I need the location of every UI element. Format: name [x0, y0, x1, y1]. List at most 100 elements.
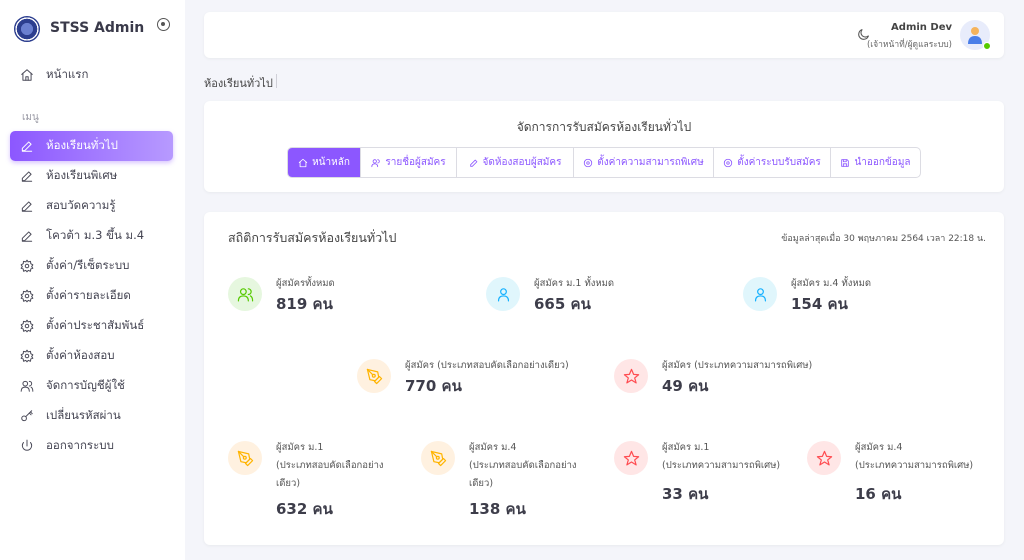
stats-card: สถิติการรับสมัครห้องเรียนทั่วไป ข้อมูลล่…	[204, 212, 1004, 545]
sidebar-toggle-icon[interactable]	[157, 18, 170, 31]
gear-icon	[20, 319, 34, 333]
stat-label-line: ผู้สมัคร ม.1	[662, 442, 710, 453]
stats-title: สถิติการรับสมัครห้องเรียนทั่วไป	[228, 230, 397, 245]
home-icon	[20, 68, 34, 82]
stat-label-line: (ประเภทความสามารถพิเศษ)	[662, 460, 781, 471]
sidebar-item-label: ออกจากระบบ	[46, 438, 114, 452]
tab-label: ตั้งค่าระบบรับสมัคร	[737, 157, 821, 168]
sidebar-item-label: ห้องเรียนทั่วไป	[46, 138, 118, 152]
stat-label: ผู้สมัคร (ประเภทสอบคัดเลือกอย่างเดียว)	[405, 360, 569, 371]
tab-label: นำออกข้อมูล	[854, 157, 911, 168]
tab-talent-settings[interactable]: ตั้งค่าความสามารถพิเศษ	[574, 148, 714, 177]
sidebar-item-label: เปลี่ยนรหัสผ่าน	[46, 408, 121, 422]
pen-tool-icon	[228, 441, 262, 475]
star-icon	[614, 359, 648, 393]
stats-updated-time: ข้อมูลล่าสุดเมื่อ 30 พฤษภาคม 2564 เวลา 2…	[781, 234, 986, 244]
stat-label: ผู้สมัคร ม.4 (ประเภทสอบคัดเลือกอย่าง เดี…	[469, 441, 577, 491]
sidebar-item-label: ตั้งค่าห้องสอบ	[46, 348, 115, 362]
tab-applicants[interactable]: รายชื่อผู้สมัคร	[361, 148, 457, 177]
sidebar-item-general-class[interactable]: ห้องเรียนทั่วไป	[10, 131, 173, 161]
stat-label: ผู้สมัครทั้งหมด	[276, 278, 335, 289]
sidebar-item-label: สอบวัดความรู้	[46, 198, 116, 212]
stat-value: 33 คน	[662, 485, 709, 503]
tab-registration-settings[interactable]: ตั้งค่าระบบรับสมัคร	[714, 148, 831, 177]
stat-m1-selection: ผู้สมัคร ม.1 (ประเภทสอบคัดเลือกอย่าง เดี…	[228, 441, 408, 521]
sidebar-item-special-class[interactable]: ห้องเรียนพิเศษ	[10, 161, 173, 191]
sidebar-item-announcement-settings[interactable]: ตั้งค่าประชาสัมพันธ์	[10, 311, 173, 341]
sidebar-item-quota[interactable]: โควต้า ม.3 ขึ้น ม.4	[10, 221, 173, 251]
stat-label: ผู้สมัคร ม.1 (ประเภทสอบคัดเลือกอย่าง เดี…	[276, 441, 384, 491]
sidebar-item-knowledge-test[interactable]: สอบวัดความรู้	[10, 191, 173, 221]
menu-section-label: เมนู	[22, 112, 39, 123]
pencil-icon	[20, 169, 34, 183]
stat-label-line: (ประเภทสอบคัดเลือกอย่าง	[276, 460, 384, 471]
breadcrumb: ห้องเรียนทั่วไป	[204, 77, 273, 90]
gear-icon	[20, 289, 34, 303]
stat-label-line: ผู้สมัคร ม.4	[855, 442, 903, 453]
sidebar-item-label: ตั้งค่าประชาสัมพันธ์	[46, 318, 145, 332]
sidebar-item-detail-settings[interactable]: ตั้งค่ารายละเอียด	[10, 281, 173, 311]
user-avatar-icon	[968, 27, 982, 44]
stat-label: ผู้สมัคร ม.4 (ประเภทความสามารถพิเศษ)	[855, 441, 973, 473]
sidebar-nav: ห้องเรียนทั่วไป ห้องเรียนพิเศษ สอบวัดควา…	[10, 131, 173, 461]
power-icon	[20, 439, 34, 453]
stat-value: 770 คน	[405, 377, 462, 395]
pen-tool-icon	[357, 359, 391, 393]
stat-label: ผู้สมัคร ม.1 ทั้งหมด	[534, 278, 615, 289]
pencil-icon	[469, 158, 479, 168]
gear-icon	[583, 158, 593, 168]
breadcrumb-divider	[276, 74, 277, 88]
topbar: Admin Dev (เจ้าหน้าที่/ผู้ดูแลระบบ)	[204, 12, 1004, 58]
tab-export-data[interactable]: นำออกข้อมูล	[831, 148, 920, 177]
sidebar-item-label: ตั้งค่า/รีเซ็ตระบบ	[46, 258, 130, 272]
pencil-icon	[20, 199, 34, 213]
user-name: Admin Dev	[891, 22, 952, 33]
stat-m1-talent: ผู้สมัคร ม.1 (ประเภทความสามารถพิเศษ) 33 …	[614, 441, 794, 521]
tab-label: รายชื่อผู้สมัคร	[385, 157, 446, 168]
sidebar-item-logout[interactable]: ออกจากระบบ	[10, 431, 173, 461]
stat-value: 632 คน	[276, 500, 333, 518]
manage-tabs: หน้าหลัก รายชื่อผู้สมัคร จัดห้องสอบผู้สม…	[287, 147, 921, 178]
stat-label-line: (ประเภทสอบคัดเลือกอย่าง	[469, 460, 577, 471]
brand[interactable]: STSS Admin	[14, 14, 174, 44]
stat-m1-total: ผู้สมัคร ม.1 ทั้งหมด 665 คน	[486, 277, 686, 317]
users-icon	[371, 158, 381, 168]
stat-label-line: เดียว)	[469, 478, 494, 489]
gear-icon	[20, 349, 34, 363]
tab-home[interactable]: หน้าหลัก	[288, 148, 361, 177]
stat-m4-talent: ผู้สมัคร ม.4 (ประเภทความสามารถพิเศษ) 16 …	[807, 441, 987, 521]
avatar[interactable]	[960, 20, 991, 50]
stat-talent: ผู้สมัคร (ประเภทความสามารถพิเศษ) 49 คน	[614, 359, 854, 399]
sidebar-item-user-accounts[interactable]: จัดการบัญชีผู้ใช้	[10, 371, 173, 401]
sidebar-item-label: จัดการบัญชีผู้ใช้	[46, 378, 125, 392]
user-icon	[743, 277, 777, 311]
sidebar-item-exam-room-settings[interactable]: ตั้งค่าห้องสอบ	[10, 341, 173, 371]
users-icon	[20, 379, 34, 393]
stat-value: 665 คน	[534, 295, 591, 313]
pencil-icon	[20, 229, 34, 243]
users-icon	[228, 277, 262, 311]
sidebar-item-change-password[interactable]: เปลี่ยนรหัสผ่าน	[10, 401, 173, 431]
online-status-dot	[983, 42, 991, 50]
stat-label: ผู้สมัคร ม.4 ทั้งหมด	[791, 278, 872, 289]
sidebar: STSS Admin หน้าแรก เมนู ห้องเรียนทั่วไป …	[0, 0, 185, 560]
user-role: (เจ้าหน้าที่/ผู้ดูแลระบบ)	[866, 40, 952, 50]
key-icon	[20, 409, 34, 423]
sidebar-item-home[interactable]: หน้าแรก	[10, 60, 173, 90]
stat-value: 154 คน	[791, 295, 848, 313]
tab-label: จัดห้องสอบผู้สมัคร	[482, 157, 562, 168]
stat-value: 16 คน	[855, 485, 902, 503]
stat-m4-total: ผู้สมัคร ม.4 ทั้งหมด 154 คน	[743, 277, 943, 317]
pencil-icon	[20, 139, 34, 153]
stat-value: 49 คน	[662, 377, 709, 395]
tab-label: ตั้งค่าความสามารถพิเศษ	[597, 157, 704, 168]
star-icon	[614, 441, 648, 475]
sidebar-item-reset-settings[interactable]: ตั้งค่า/รีเซ็ตระบบ	[10, 251, 173, 281]
star-icon	[807, 441, 841, 475]
manage-title: จัดการการรับสมัครห้องเรียนทั่วไป	[516, 120, 692, 134]
brand-name: STSS Admin	[50, 20, 145, 36]
home-icon	[298, 158, 308, 168]
school-logo	[14, 16, 40, 42]
stat-label-line: ผู้สมัคร ม.1	[276, 442, 324, 453]
tab-exam-rooms[interactable]: จัดห้องสอบผู้สมัคร	[457, 148, 574, 177]
